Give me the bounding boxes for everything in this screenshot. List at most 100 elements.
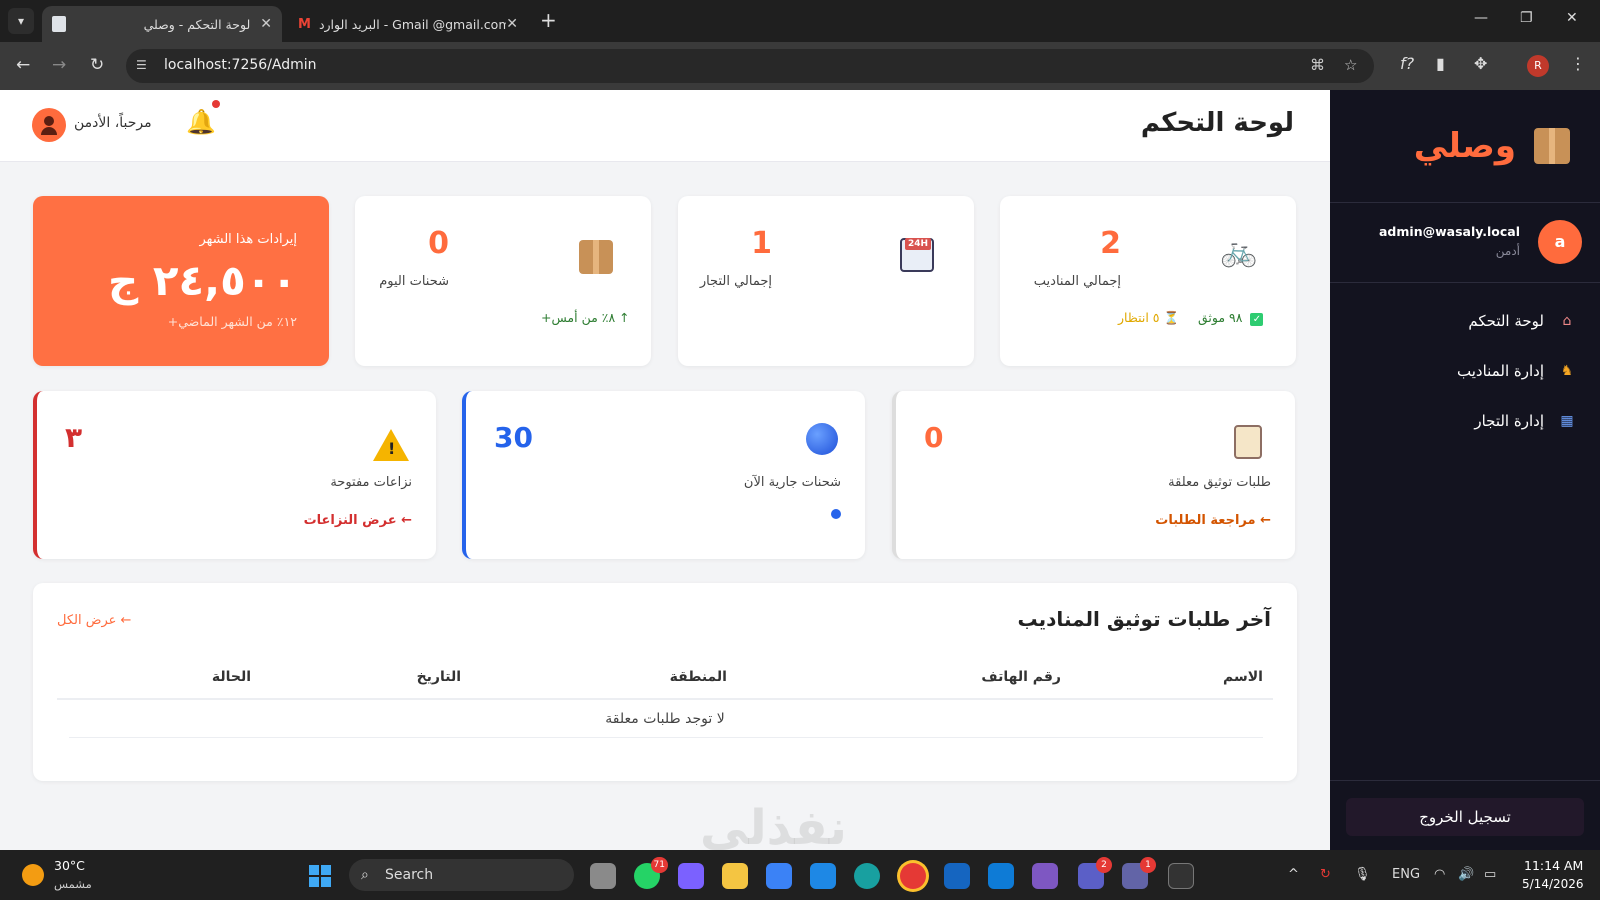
stat-label: شحنات جارية الآن — [743, 475, 841, 490]
tab-dashboard[interactable]: لوحة التحكم - وصلي ✕ — [42, 6, 282, 42]
couriers-card: 2 إجمالي المناديب 🚲 ٩٨ موثق ✓ ٥ انتظار ⏳ — [1000, 196, 1296, 366]
view-all-link[interactable]: عرض الكل ← — [57, 613, 131, 628]
sidebar-item-dashboard[interactable]: لوحة التحكم ⌂ — [1468, 312, 1576, 330]
mic-muted-icon[interactable]: 🎙 — [1354, 867, 1371, 882]
copilot-icon[interactable] — [678, 863, 704, 889]
stat-value: 1 — [751, 226, 772, 261]
formula-extension-icon[interactable]: f? — [1400, 54, 1414, 73]
sidebar-item-merchants[interactable]: إدارة التجار ▦ — [1474, 412, 1576, 430]
row-divider — [69, 737, 1263, 738]
teams-badge: 2 — [1096, 857, 1112, 873]
whatsapp-badge: 71 — [650, 857, 668, 873]
clock-time[interactable]: 11:14 AM — [1524, 858, 1583, 873]
whatsapp-icon[interactable]: 71 — [634, 857, 668, 889]
divider — [1330, 282, 1600, 283]
admin-avatar[interactable] — [32, 108, 66, 142]
close-tab-icon[interactable]: ✕ — [506, 16, 518, 32]
review-requests-link[interactable]: مراجعة الطلبات ← — [1155, 513, 1271, 528]
sun-icon[interactable] — [22, 864, 44, 886]
header: لوحة التحكم مرحباً، الأدمن 🔔 — [0, 90, 1330, 162]
merchants-card: 1 إجمالي التجار — [678, 196, 974, 366]
tray-chevron-icon[interactable]: ^ — [1288, 867, 1299, 882]
new-tab-button[interactable]: + — [540, 8, 557, 32]
weather-temp[interactable]: 30°C — [54, 858, 85, 873]
site-info-icon[interactable]: ☰ — [136, 58, 152, 74]
bookmark-star-icon[interactable]: ☆ — [1344, 56, 1357, 74]
clipboard-icon — [1234, 425, 1262, 459]
bicycle-icon: 🚲 — [1220, 234, 1258, 269]
page-favicon-icon — [52, 16, 66, 32]
language-indicator[interactable]: ENG — [1392, 867, 1420, 882]
revenue-value: ٢٤,٥٠٠ ج — [107, 256, 297, 305]
gmail-icon: M — [298, 16, 311, 32]
close-window-icon[interactable]: ✕ — [1566, 10, 1578, 26]
minimize-icon[interactable]: — — [1474, 10, 1488, 26]
runner-icon: ♞ — [1560, 363, 1574, 379]
pending-count: ٥ انتظار ⏳ — [1118, 310, 1179, 326]
folder-icon[interactable] — [722, 863, 748, 889]
sidebar: وصلي a admin@wasaly.local أدمن لوحة التح… — [1330, 90, 1600, 850]
disputes-card: ٣ ! نزاعات مفتوحة عرض النزاعات ← — [33, 391, 436, 559]
teams-icon[interactable]: 2 — [1078, 857, 1112, 889]
wifi-icon[interactable]: ◠ — [1434, 867, 1445, 882]
hourglass-icon: ⏳ — [1163, 310, 1180, 325]
windows-start-icon[interactable] — [309, 865, 331, 887]
tab-search-button[interactable]: ▾ — [8, 8, 34, 34]
page-title: لوحة التحكم — [1140, 108, 1294, 138]
brand-logo[interactable]: وصلي — [1414, 126, 1570, 166]
clock-date[interactable]: 5/14/2026 — [1522, 877, 1584, 891]
store-icon: ▦ — [1560, 413, 1574, 429]
user-avatar: a — [1538, 220, 1582, 264]
col-status: الحالة — [211, 669, 251, 685]
taskbar-search[interactable]: ⌕ Search — [349, 859, 574, 891]
search-icon: ⌕ — [361, 867, 369, 883]
teams-work-badge: 1 — [1140, 857, 1156, 873]
user-role: أدمن — [1495, 244, 1520, 258]
url-field[interactable]: ☰ localhost:7256/Admin ⌘ ☆ — [126, 49, 1374, 83]
stat-value: 0 — [924, 421, 944, 454]
reload-icon[interactable]: ↻ — [90, 55, 104, 75]
translate-icon[interactable]: ⌘ — [1310, 56, 1325, 74]
package-icon — [579, 240, 613, 274]
volume-icon[interactable]: 🔊 — [1458, 867, 1474, 882]
teams-work-icon[interactable]: 1 — [1122, 857, 1156, 889]
stat-value: 0 — [428, 226, 449, 261]
visual-studio-icon[interactable] — [1032, 863, 1058, 889]
house-icon: ⌂ — [1562, 313, 1572, 329]
profile-avatar[interactable]: R — [1527, 55, 1549, 77]
browser-menu-icon[interactable]: ⋮ — [1570, 54, 1586, 73]
stat-label: طلبات توثيق معلقة — [1168, 475, 1271, 490]
sync-icon[interactable]: ↻ — [1320, 867, 1331, 882]
verification-requests-table: آخر طلبات توثيق المناديب عرض الكل ← الاس… — [33, 583, 1297, 781]
docs-extension-icon[interactable]: ▮ — [1436, 54, 1445, 73]
azure-icon[interactable] — [944, 863, 970, 889]
battery-icon[interactable]: ▭ — [1484, 867, 1496, 882]
store-app-icon[interactable] — [766, 863, 792, 889]
restore-icon[interactable]: ❐ — [1520, 10, 1533, 26]
view-disputes-link[interactable]: عرض النزاعات ← — [304, 513, 412, 528]
vscode-icon[interactable] — [988, 863, 1014, 889]
taskbar: 30°C مشمس ⌕ Search 71 2 1 ^ ↻ 🎙 ENG ◠ 🔊 … — [0, 850, 1600, 900]
sidebar-item-couriers[interactable]: إدارة المناديب ♞ — [1457, 362, 1576, 380]
weather-desc[interactable]: مشمس — [54, 877, 92, 891]
file-explorer-icon[interactable] — [590, 863, 616, 889]
bell-icon[interactable]: 🔔 — [186, 108, 216, 136]
chrome-icon[interactable] — [900, 863, 926, 889]
pending-text: ٥ انتظار — [1118, 310, 1160, 325]
back-icon[interactable]: ← — [16, 55, 30, 75]
terminal-icon[interactable] — [1168, 863, 1194, 889]
stat-label: إجمالي المناديب — [1033, 274, 1121, 289]
in-progress-card: 30 شحنات جارية الآن — [462, 391, 865, 559]
today-shipments-card: 0 شحنات اليوم +٨٪ من أمس ↑ — [355, 196, 651, 366]
col-name: الاسم — [1223, 669, 1263, 685]
sidebar-item-label: إدارة المناديب — [1457, 362, 1544, 380]
forward-icon[interactable]: → — [52, 55, 66, 75]
tab-gmail[interactable]: M البريد الوارد - Gmail @gmail.com ✕ — [288, 6, 528, 42]
photos-icon[interactable] — [810, 863, 836, 889]
close-tab-icon[interactable]: ✕ — [260, 16, 272, 32]
edge-icon[interactable] — [854, 863, 880, 889]
welcome-text: مرحباً، الأدمن — [74, 115, 152, 131]
extensions-puzzle-icon[interactable]: ✥ — [1474, 54, 1487, 73]
url-text[interactable]: localhost:7256/Admin — [164, 57, 317, 73]
logout-button[interactable]: تسجيل الخروج — [1346, 798, 1584, 836]
